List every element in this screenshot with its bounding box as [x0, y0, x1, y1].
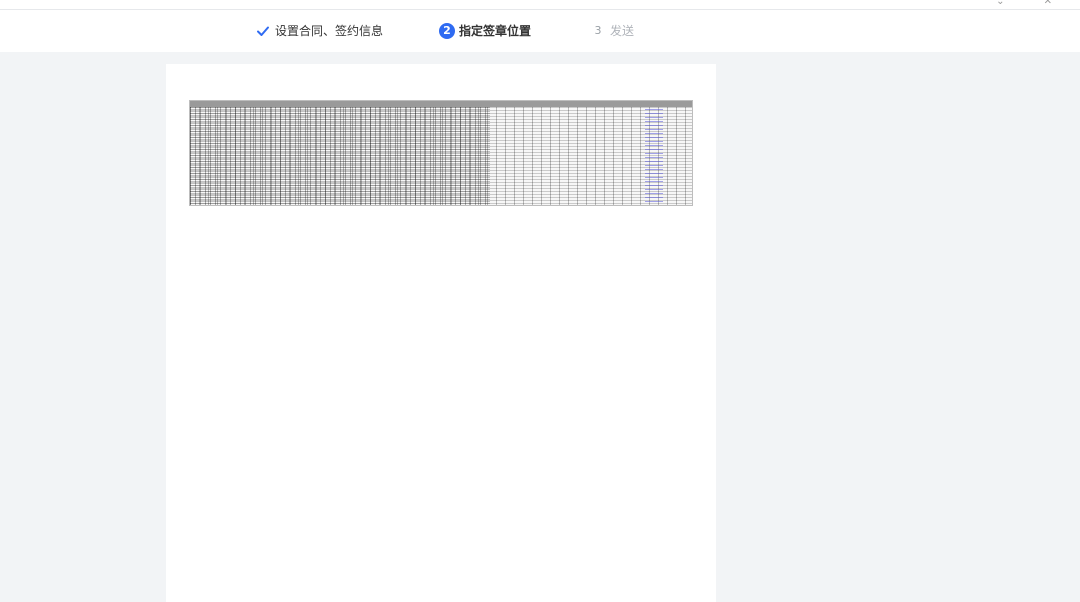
spreadsheet-image: [189, 100, 693, 206]
window-controls-icon[interactable]: ⌄ ✕: [996, 0, 1070, 7]
step-send[interactable]: 3 发送: [590, 22, 635, 40]
step-number-badge: 2: [439, 23, 455, 39]
document-page[interactable]: [166, 64, 716, 602]
top-bar: ⌄ ✕: [0, 0, 1080, 10]
step-label: 设置合同、签约信息: [275, 24, 384, 38]
step-label: 发送: [610, 24, 635, 38]
spreadsheet-dense-columns: [190, 107, 490, 205]
steps-bar: 设置合同、签约信息 2 指定签章位置 3 发送: [0, 10, 1080, 52]
step-number-badge: 3: [594, 24, 602, 37]
step-specify-seal-position[interactable]: 2 指定签章位置: [439, 22, 531, 40]
check-icon: [257, 26, 269, 36]
step-set-contract-info[interactable]: 设置合同、签约信息: [256, 22, 383, 40]
spreadsheet-link-column: [645, 109, 663, 205]
step-label: 指定签章位置: [459, 24, 532, 38]
